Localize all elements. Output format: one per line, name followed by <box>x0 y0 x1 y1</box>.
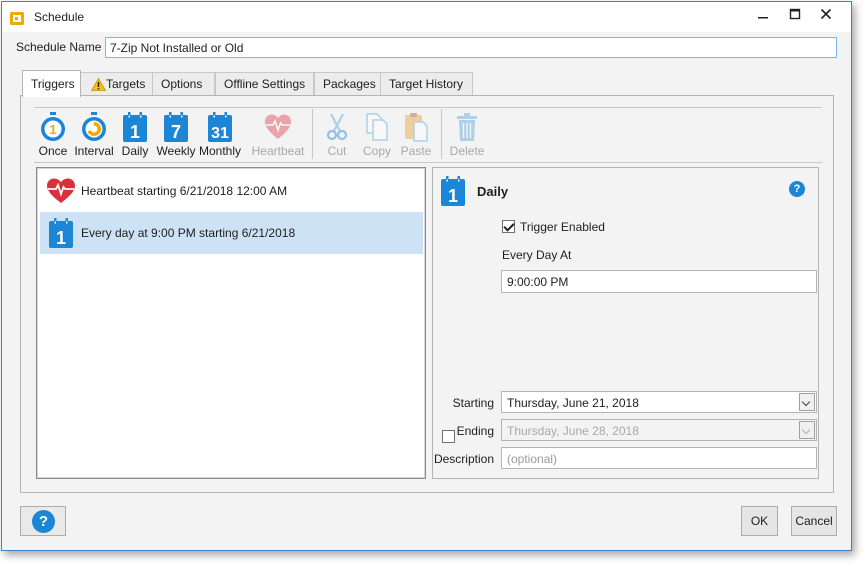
chevron-down-icon <box>799 421 815 439</box>
calendar-daily-icon: 1 <box>49 218 73 248</box>
description-label: Description <box>433 452 494 466</box>
trash-icon <box>457 113 477 141</box>
ok-button[interactable]: OK <box>741 506 778 536</box>
trigger-text: Heartbeat starting 6/21/2018 12:00 AM <box>81 184 288 198</box>
tab-target-history[interactable]: Target History <box>380 72 473 96</box>
paste-icon <box>405 113 428 142</box>
tab-label: Offline Settings <box>224 77 306 91</box>
minimize-button[interactable] <box>747 2 779 26</box>
schedule-name-label: Schedule Name <box>16 40 102 54</box>
schedule-name-input[interactable] <box>105 37 837 58</box>
paste-button[interactable]: Paste <box>397 109 435 159</box>
tab-packages[interactable]: Packages <box>314 72 381 96</box>
svg-text:1: 1 <box>49 122 56 137</box>
trigger-list[interactable]: Heartbeat starting 6/21/2018 12:00 AM 1 … <box>36 167 426 479</box>
close-button[interactable] <box>810 2 842 26</box>
calendar-daily-icon: 1 <box>123 112 147 142</box>
close-icon <box>820 8 832 20</box>
app-icon <box>10 12 24 25</box>
help-icon: ? <box>32 510 55 533</box>
copy-icon <box>366 113 388 141</box>
chevron-down-icon[interactable] <box>799 393 815 411</box>
help-button[interactable]: ? <box>20 506 66 536</box>
trigger-enabled-label[interactable]: Trigger Enabled <box>520 220 605 234</box>
details-title: Daily <box>477 184 509 199</box>
trigger-text: Every day at 9:00 PM starting 6/21/2018 <box>81 226 296 240</box>
ending-date-value: Thursday, June 28, 2018 <box>507 424 639 438</box>
list-item[interactable]: Heartbeat starting 6/21/2018 12:00 AM <box>40 170 423 212</box>
calendar-number: 7 <box>171 122 181 142</box>
heart-icon <box>265 114 291 139</box>
starting-date-picker[interactable]: Thursday, June 21, 2018 <box>501 391 817 413</box>
ending-checkbox[interactable] <box>442 430 455 443</box>
starting-date-value: Thursday, June 21, 2018 <box>507 396 639 410</box>
tab-options[interactable]: Options <box>152 72 215 96</box>
calendar-monthly-icon: 31 <box>208 112 232 142</box>
ending-label[interactable]: Ending <box>457 424 494 438</box>
list-item[interactable]: 1 Every day at 9:00 PM starting 6/21/201… <box>40 212 423 254</box>
tool-label: Paste <box>400 144 432 158</box>
tab-label: Target History <box>389 77 464 91</box>
calendar-number: 1 <box>56 228 66 248</box>
tool-label: Monthly <box>198 144 242 158</box>
heartbeat-button[interactable]: Heartbeat <box>252 109 304 159</box>
starting-label: Starting <box>452 396 494 410</box>
help-icon[interactable]: ? <box>789 181 805 197</box>
monthly-button[interactable]: 31 Monthly <box>198 109 242 159</box>
calendar-weekly-icon: 7 <box>164 112 188 142</box>
title-bar: Schedule <box>2 2 851 32</box>
stopwatch-interval-icon <box>82 112 106 141</box>
ending-date-picker: Thursday, June 28, 2018 <box>501 419 817 441</box>
tool-label: Delete <box>449 144 485 158</box>
schedule-window: Schedule Schedule Name Triggers Targets … <box>1 1 852 551</box>
trigger-details: 1 Daily ? Trigger Enabled Every Day At 9… <box>432 167 819 479</box>
warning-icon <box>91 78 106 91</box>
description-input[interactable]: (optional) <box>501 447 817 469</box>
maximize-button[interactable] <box>779 2 811 26</box>
toolbar-divider <box>34 107 822 108</box>
description-placeholder: (optional) <box>507 452 558 466</box>
cancel-button[interactable]: Cancel <box>791 506 837 536</box>
calendar-number: 1 <box>448 186 458 206</box>
calendar-number: 1 <box>130 122 140 142</box>
tool-label: Heartbeat <box>251 144 305 158</box>
tab-label: Packages <box>323 77 376 91</box>
tab-targets[interactable]: Targets <box>80 72 153 96</box>
calendar-daily-icon: 1 <box>441 176 465 206</box>
toolbar-divider <box>34 162 822 163</box>
tab-offline-settings[interactable]: Offline Settings <box>215 72 314 96</box>
scissors-icon <box>326 113 348 141</box>
tab-label: Triggers <box>31 77 75 91</box>
delete-button[interactable]: Delete <box>447 109 487 159</box>
heart-icon <box>47 178 75 203</box>
every-day-at-label: Every Day At <box>502 248 572 262</box>
cut-button[interactable]: Cut <box>318 109 356 159</box>
maximize-icon <box>789 8 801 20</box>
time-input[interactable]: 9:00:00 PM <box>501 270 817 293</box>
trigger-enabled-checkbox[interactable] <box>502 220 515 233</box>
window-title: Schedule <box>34 10 85 24</box>
stopwatch-once-icon: 1 <box>41 112 65 141</box>
triggers-panel: 1 Once Interval 1 Daily 7 Weekly 31 Mont… <box>20 95 834 493</box>
minimize-icon <box>758 17 768 19</box>
calendar-number: 31 <box>211 125 229 142</box>
tab-label: Options <box>161 77 203 91</box>
tab-triggers[interactable]: Triggers <box>22 70 81 97</box>
